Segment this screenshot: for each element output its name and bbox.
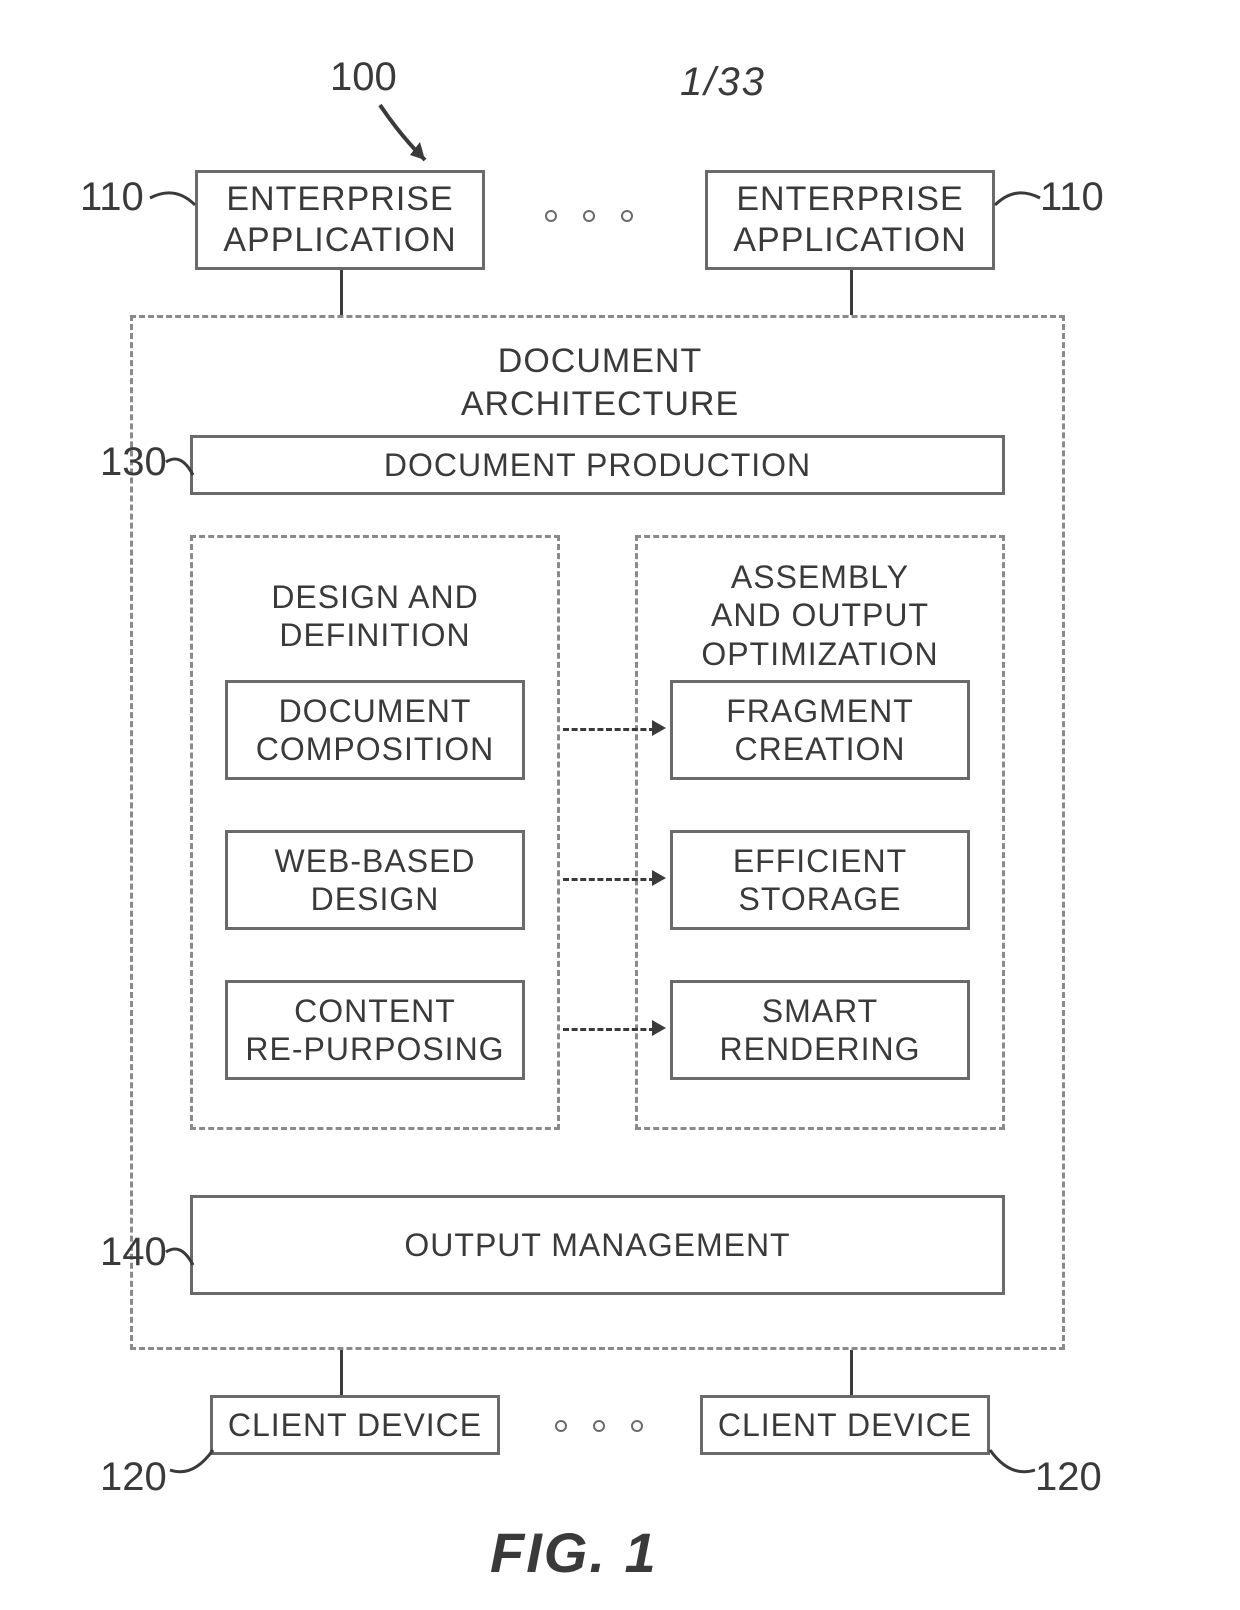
ref-120-left: 120 [100, 1455, 167, 1500]
ref-100: 100 [330, 55, 397, 100]
enterprise-app-right: ENTERPRISE APPLICATION [705, 170, 995, 270]
leader-120-right-icon [980, 1440, 1040, 1480]
arrow-100-icon [370, 100, 460, 180]
ellipsis-bottom [555, 1420, 643, 1432]
arrowhead-icon [652, 720, 666, 736]
client-device-right: CLIENT DEVICE [700, 1395, 990, 1455]
leader-110-left-icon [145, 180, 205, 220]
leader-130-icon [163, 450, 203, 485]
output-management-box: OUTPUT MANAGEMENT [190, 1195, 1005, 1295]
arrow-dashed [563, 878, 655, 881]
web-based-design-box: WEB-BASED DESIGN [225, 830, 525, 930]
smart-rendering-box: SMART RENDERING [670, 980, 970, 1080]
connector-line [850, 270, 853, 315]
fragment-creation-box: FRAGMENT CREATION [670, 680, 970, 780]
efficient-storage-box: EFFICIENT STORAGE [670, 830, 970, 930]
page-number: 1/33 [680, 60, 766, 105]
architecture-title: DOCUMENT ARCHITECTURE [445, 340, 755, 425]
connector-line [340, 270, 343, 315]
arrow-dashed [563, 1028, 655, 1031]
doc-composition-box: DOCUMENT COMPOSITION [225, 680, 525, 780]
arrow-dashed [563, 728, 655, 731]
ref-110-left: 110 [80, 175, 144, 220]
client-device-left: CLIENT DEVICE [210, 1395, 500, 1455]
ellipsis-top [545, 210, 633, 222]
ref-120-right: 120 [1035, 1455, 1102, 1500]
content-repurposing-box: CONTENT RE-PURPOSING [225, 980, 525, 1080]
leader-140-icon [163, 1240, 203, 1275]
connector-line [850, 1350, 853, 1395]
leader-120-left-icon [165, 1440, 225, 1480]
assembly-output-title: ASSEMBLY AND OUTPUT OPTIMIZATION [638, 558, 1002, 673]
ref-130: 130 [100, 440, 167, 485]
arrowhead-icon [652, 870, 666, 886]
arrowhead-icon [652, 1020, 666, 1036]
enterprise-app-left: ENTERPRISE APPLICATION [195, 170, 485, 270]
design-definition-title: DESIGN AND DEFINITION [193, 578, 557, 655]
figure-label: FIG. 1 [490, 1520, 658, 1585]
ref-140: 140 [100, 1230, 167, 1275]
doc-production-box: DOCUMENT PRODUCTION [190, 435, 1005, 495]
leader-110-right-icon [990, 180, 1050, 220]
connector-line [340, 1350, 343, 1395]
